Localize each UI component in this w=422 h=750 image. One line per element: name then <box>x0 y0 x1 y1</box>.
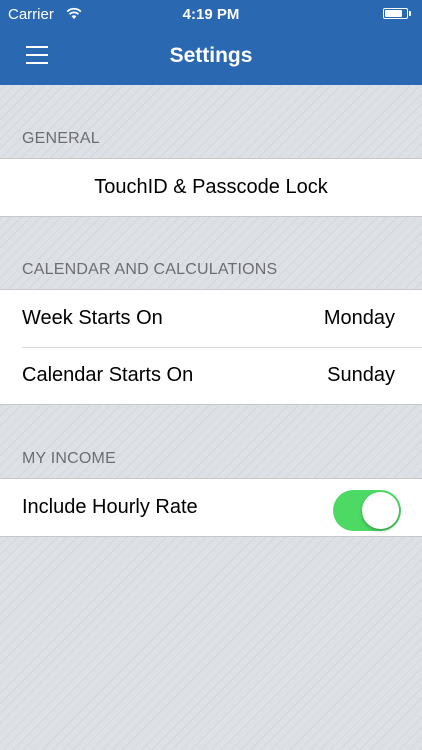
row-label: Week Starts On <box>22 307 163 329</box>
week-starts-on-row[interactable]: Week Starts On Monday <box>0 290 422 347</box>
calendar-starts-on-row[interactable]: Calendar Starts On Sunday <box>0 347 422 404</box>
include-hourly-rate-row: Include Hourly Rate <box>0 479 422 536</box>
row-value: Sunday <box>327 364 395 386</box>
row-label: Include Hourly Rate <box>22 496 198 518</box>
battery-tip <box>409 11 411 16</box>
status-bar: Carrier 4:19 PM <box>0 0 422 30</box>
group-calendar: Week Starts On Monday Calendar Starts On… <box>0 289 422 405</box>
row-label: Calendar Starts On <box>22 364 194 386</box>
touchid-passcode-row[interactable]: TouchID & Passcode Lock <box>0 159 422 216</box>
section-header-calendar: CALENDAR AND CALCULATIONS <box>22 261 278 278</box>
include-hourly-rate-toggle[interactable] <box>333 490 401 531</box>
section-header-income: MY INCOME <box>22 450 116 467</box>
top-bar: Carrier 4:19 PM Settings <box>0 0 422 85</box>
page-title: Settings <box>169 44 253 67</box>
row-label: TouchID & Passcode Lock <box>94 176 328 198</box>
battery-icon <box>383 8 408 19</box>
toggle-knob <box>362 492 399 529</box>
group-general: TouchID & Passcode Lock <box>0 158 422 217</box>
status-time: 4:19 PM <box>182 6 240 23</box>
navigation-bar: Settings <box>0 30 422 85</box>
group-income: Include Hourly Rate <box>0 478 422 537</box>
row-value: Monday <box>323 307 395 329</box>
section-header-general: GENERAL <box>22 130 100 147</box>
